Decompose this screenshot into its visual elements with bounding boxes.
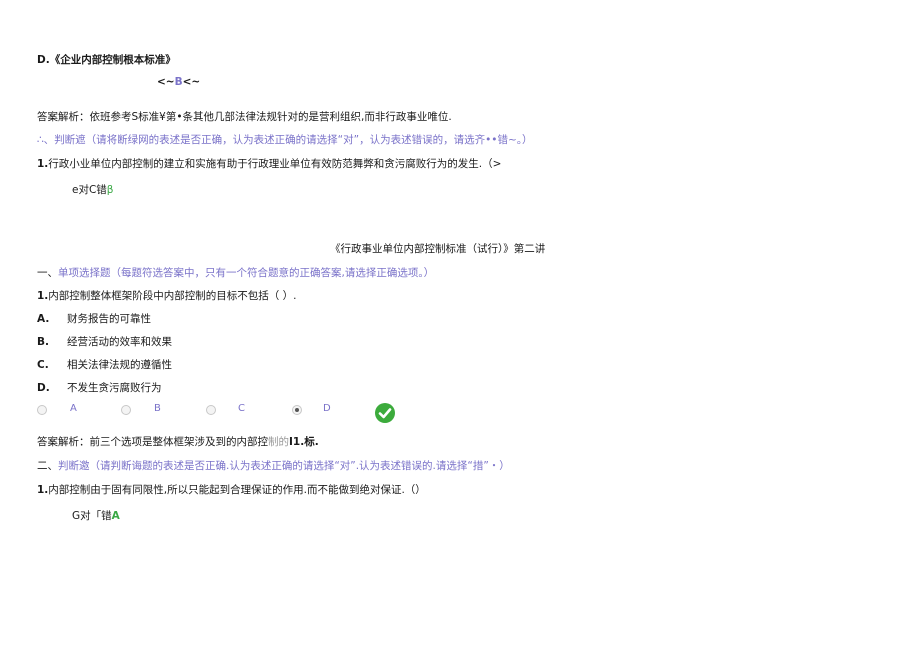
answer-choice[interactable]: e对C错β: [72, 182, 114, 197]
answer-radio-group: A B C D: [37, 403, 437, 423]
question-1: 1.内部控制整体框架阶段中内部控制的目标不包括（ ）.: [37, 290, 297, 302]
question-1: 1.行政小业单位内部控制的建立和实施有助于行政理业单位有效防范舞弊和贪污腐败行为…: [37, 158, 502, 170]
answer-choice[interactable]: G对「错A: [72, 508, 120, 523]
question-2: 1.内部控制由于固有同限性,所以只能起到合理保证的作用.而不能做到绝对保证.（）: [37, 484, 426, 496]
option-c: C. 相关法律法规的遵循性: [37, 359, 172, 371]
radio-c[interactable]: [206, 405, 216, 415]
answer-mark: <~B<~: [157, 76, 201, 88]
option-d: D. 不发生贪污腐败行为: [37, 382, 162, 394]
page-title: 《行政事业单位内部控制标准（试行）》第二讲: [330, 243, 546, 255]
section-heading-judgement: ∴、判断遮（请将断绿网的表述是否正确，认为表述正确的请选择“对”，认为表述错误的…: [37, 134, 533, 146]
radio-label-c: C: [238, 403, 245, 414]
section-heading-single-choice: 一、单项选择题（每题符选答案中，只有一个符合题意的正确答案,请选择正确选项。）: [37, 267, 435, 279]
radio-label-b: B: [154, 403, 161, 414]
radio-b[interactable]: [121, 405, 131, 415]
checkmark-icon: [375, 403, 395, 423]
radio-label-a: A: [70, 403, 77, 414]
radio-label-d: D: [323, 403, 331, 414]
option-d: D.《企业内部控制根本标准》: [37, 54, 176, 66]
option-a: A. 财务报告的可靠性: [37, 313, 151, 325]
section-heading-judgement: 二、判断邀（请判断诲题的表述是否正确.认为表述正确的请选择“对”.认为表述错误的…: [37, 460, 510, 472]
option-b: B. 经营活动的效率和效果: [37, 336, 172, 348]
radio-d[interactable]: [292, 405, 302, 415]
radio-a[interactable]: [37, 405, 47, 415]
answer-analysis: 答案解析：前三个选项是整体框架涉及到的内部控制的I1.标.: [37, 436, 319, 448]
answer-analysis: 答案解析：依班参考S标准¥第•条其他几部法律法规针对的是营利组织,而非行政事业唯…: [37, 111, 452, 123]
